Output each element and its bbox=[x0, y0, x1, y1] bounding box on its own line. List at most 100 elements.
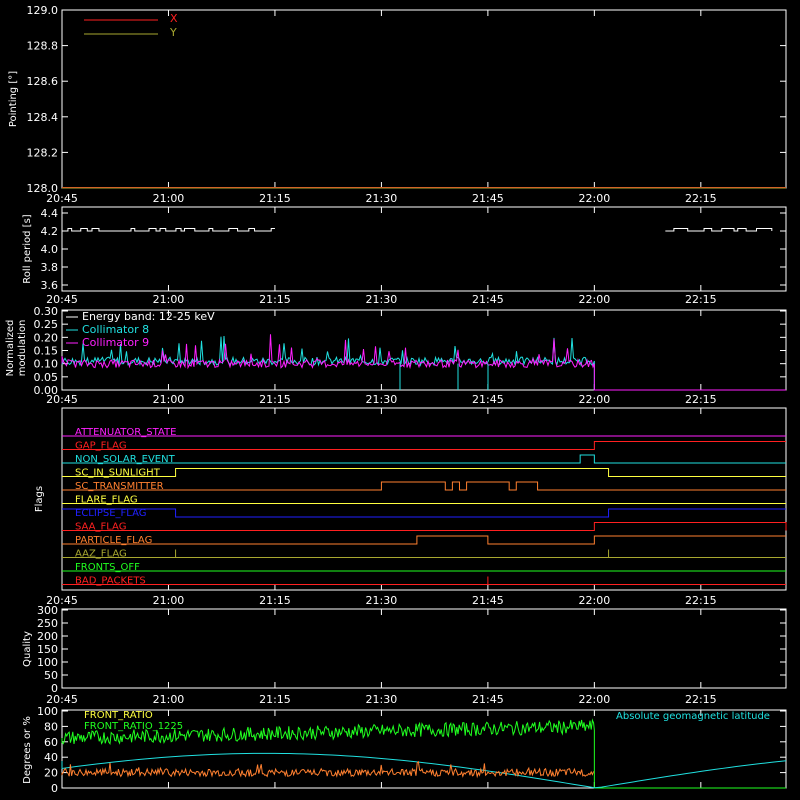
flag-line-sc_transmitter bbox=[62, 481, 786, 491]
modulation-time-label: 22:00 bbox=[579, 393, 611, 406]
roll-series-segment bbox=[665, 228, 773, 232]
modulation-legend-energy: Energy band: 12-25 keV bbox=[82, 310, 215, 323]
modulation-series-collimator-9 bbox=[61, 334, 786, 391]
front-legend-geomagnetic-latitude: Absolute geomagnetic latitude bbox=[616, 711, 770, 722]
front-ytick-label: 40 bbox=[44, 751, 58, 764]
quality-time-label: 21:30 bbox=[366, 693, 398, 706]
roll-ytick-label: 4.2 bbox=[41, 225, 59, 238]
roll-time-label: 22:00 bbox=[579, 293, 611, 306]
flags-time-label: 21:45 bbox=[472, 594, 504, 607]
modulation-time-label: 22:15 bbox=[685, 393, 717, 406]
modulation-ytick-label: 0.05 bbox=[34, 371, 59, 384]
front-series-front-ratio-1225 bbox=[61, 760, 595, 779]
roll-series-segment bbox=[62, 228, 275, 232]
flag-line-aaz_flag bbox=[62, 549, 786, 558]
flag-label-flare_flag: FLARE_FLAG bbox=[75, 495, 138, 506]
front-ytick-label: 80 bbox=[44, 720, 58, 733]
pointing-ytick-label: 128.4 bbox=[27, 111, 59, 124]
pointing-time-label: 22:00 bbox=[579, 192, 611, 205]
flag-label-sc_in_sunlight: SC_IN_SUNLIGHT bbox=[75, 468, 161, 479]
pointing-ylabel: Pointing [°] bbox=[8, 71, 19, 127]
flags-time-label: 22:00 bbox=[579, 594, 611, 607]
roll-frame bbox=[61, 206, 787, 292]
flag-label-attenuator_state: ATTENUATOR_STATE bbox=[75, 427, 176, 438]
front-ytick-label: 100 bbox=[37, 705, 58, 718]
flag-label-particle_flag: PARTICLE_FLAG bbox=[75, 535, 152, 546]
hessi-summary-plot: 129.0128.8128.6128.4128.2128.0Pointing [… bbox=[5, 4, 787, 795]
quality-time-label: 21:45 bbox=[472, 693, 504, 706]
front-ylabel: Degrees or % bbox=[22, 716, 33, 784]
flag-label-non_solar_event: NON_SOLAR_EVENT bbox=[75, 454, 176, 465]
quality-time-label: 21:15 bbox=[259, 693, 291, 706]
flag-line-gap_flag bbox=[62, 441, 786, 450]
flag-label-bad_packets: BAD_PACKETS bbox=[75, 576, 146, 587]
roll-ytick-label: 3.8 bbox=[41, 261, 59, 274]
flag-line-sc_in_sunlight bbox=[62, 468, 786, 477]
pointing-ytick-label: 128.2 bbox=[27, 146, 59, 159]
modulation-time-label: 20:45 bbox=[46, 393, 78, 406]
flags-time-label: 21:30 bbox=[366, 594, 398, 607]
pointing-legend-y: Y bbox=[169, 26, 177, 39]
pointing-time-label: 21:45 bbox=[472, 192, 504, 205]
front-legend-front-ratio: FRONT_RATIO bbox=[84, 710, 153, 721]
modulation-legend-c8: Collimator 8 bbox=[82, 323, 149, 336]
modulation-time-label: 21:30 bbox=[366, 393, 398, 406]
modulation-ytick-label: 0.15 bbox=[34, 345, 59, 358]
flags-time-label: 21:15 bbox=[259, 594, 291, 607]
roll-time-label: 21:45 bbox=[472, 293, 504, 306]
front-ytick-label: 20 bbox=[44, 767, 58, 780]
roll-ytick-label: 3.6 bbox=[41, 279, 59, 292]
flags-time-label: 22:15 bbox=[685, 594, 717, 607]
quality-time-label: 22:15 bbox=[685, 693, 717, 706]
flag-line-particle_flag bbox=[62, 535, 786, 545]
pointing-time-label: 21:00 bbox=[153, 192, 185, 205]
quality-ytick-label: 200 bbox=[37, 630, 58, 643]
modulation-time-label: 21:45 bbox=[472, 393, 504, 406]
roll-time-label: 21:15 bbox=[259, 293, 291, 306]
flag-label-sc_transmitter: SC_TRANSMITTER bbox=[75, 481, 164, 492]
pointing-time-label: 21:30 bbox=[366, 192, 398, 205]
roll-ytick-label: 4.4 bbox=[41, 207, 59, 220]
pointing-ytick-label: 128.8 bbox=[27, 40, 59, 53]
roll-ylabel: Roll period [s] bbox=[22, 214, 33, 283]
quality-ylabel: Quality bbox=[22, 631, 33, 667]
modulation-time-label: 21:00 bbox=[153, 393, 185, 406]
front-legend-front-ratio-1225: FRONT_RATIO_1225 bbox=[84, 721, 183, 732]
flags-time-label: 21:00 bbox=[153, 594, 185, 607]
flags-ylabel: Flags bbox=[34, 486, 45, 512]
flag-label-gap_flag: GAP_FLAG bbox=[75, 441, 127, 452]
modulation-ylabel: Normalized bbox=[5, 320, 16, 377]
pointing-time-label: 21:15 bbox=[259, 192, 291, 205]
quality-ytick-label: 150 bbox=[37, 643, 58, 656]
quality-time-label: 21:00 bbox=[153, 693, 185, 706]
flag-label-saa_flag: SAA_FLAG bbox=[75, 522, 126, 533]
flag-line-saa_flag bbox=[62, 522, 787, 531]
quality-ytick-label: 250 bbox=[37, 617, 58, 630]
modulation-ylabel-2: modulation bbox=[17, 320, 28, 377]
flag-label-eclipse_flag: ECLIPSE_FLAG bbox=[75, 508, 146, 519]
pointing-time-label: 22:15 bbox=[685, 192, 717, 205]
modulation-time-label: 21:15 bbox=[259, 393, 291, 406]
quality-time-label: 22:00 bbox=[579, 693, 611, 706]
roll-time-label: 21:00 bbox=[153, 293, 185, 306]
modulation-ytick-label: 0.30 bbox=[34, 305, 59, 318]
flag-line-bad_packets bbox=[62, 576, 786, 585]
flag-label-fronts_off: FRONTS_OFF bbox=[75, 562, 140, 573]
quality-ytick-label: 50 bbox=[44, 669, 58, 682]
roll-time-label: 22:15 bbox=[685, 293, 717, 306]
modulation-ytick-label: 0.20 bbox=[34, 331, 59, 344]
pointing-time-label: 20:45 bbox=[46, 192, 78, 205]
modulation-legend-c9: Collimator 9 bbox=[82, 336, 149, 349]
quality-frame bbox=[61, 608, 787, 689]
flag-label-aaz_flag: AAZ_FLAG bbox=[75, 549, 127, 560]
front-series-geomagnetic-latitude bbox=[61, 752, 787, 789]
front-ytick-label: 60 bbox=[44, 736, 58, 749]
modulation-ytick-label: 0.10 bbox=[34, 358, 59, 371]
roll-time-label: 21:30 bbox=[366, 293, 398, 306]
flag-line-eclipse_flag bbox=[62, 508, 786, 518]
front-ytick-label: 0 bbox=[51, 782, 58, 795]
pointing-ytick-label: 129.0 bbox=[27, 4, 59, 17]
modulation-ytick-label: 0.25 bbox=[34, 318, 59, 331]
pointing-legend-x: X bbox=[170, 12, 178, 25]
roll-ytick-label: 4.0 bbox=[41, 243, 59, 256]
